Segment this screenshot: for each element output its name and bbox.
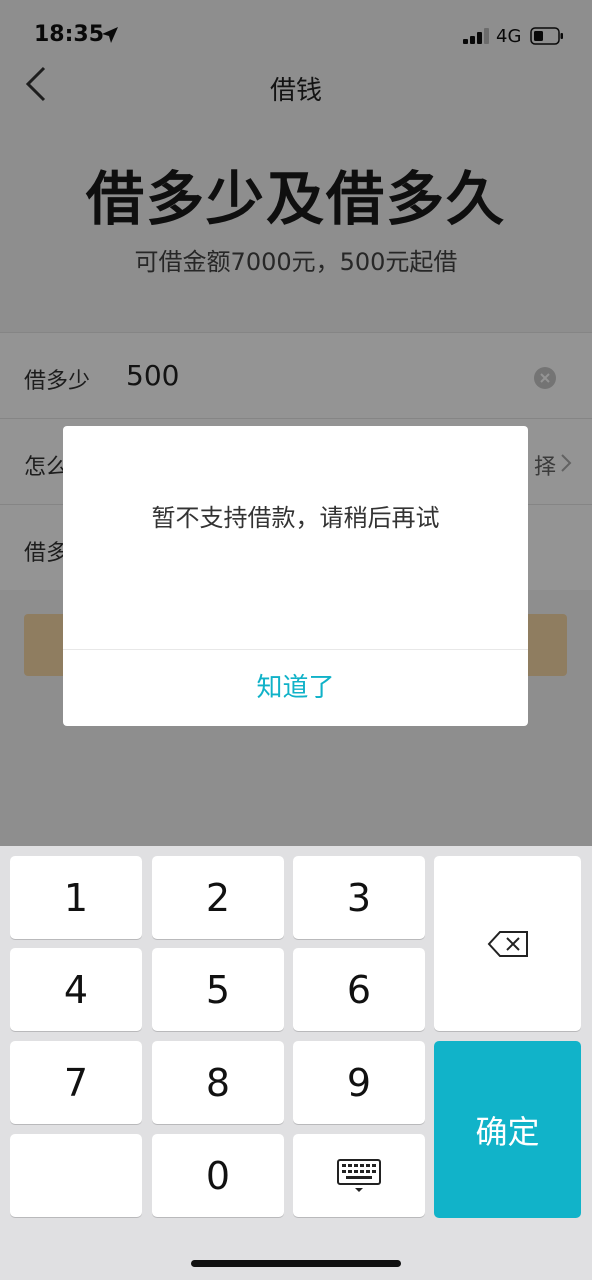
confirm-key[interactable]: 确定 — [434, 1041, 581, 1218]
key-3[interactable]: 3 — [293, 856, 425, 939]
key-9[interactable]: 9 — [293, 1041, 425, 1124]
key-7[interactable]: 7 — [10, 1041, 142, 1124]
key-0[interactable]: 0 — [152, 1134, 284, 1217]
key-6[interactable]: 6 — [293, 948, 425, 1031]
home-indicator[interactable] — [191, 1260, 401, 1267]
keyboard-hide-icon — [337, 1158, 381, 1192]
key-4[interactable]: 4 — [10, 948, 142, 1031]
key-empty — [10, 1134, 142, 1217]
key-5[interactable]: 5 — [152, 948, 284, 1031]
keyboard-hide-button[interactable] — [293, 1134, 425, 1217]
key-8[interactable]: 8 — [152, 1041, 284, 1124]
dialog-ok-button[interactable]: 知道了 — [63, 650, 528, 726]
key-2[interactable]: 2 — [152, 856, 284, 939]
numeric-keypad: 1 2 3 4 5 6 7 8 9 0 确定 — [0, 846, 592, 1280]
delete-key[interactable] — [434, 856, 581, 1031]
dialog-message: 暂不支持借款，请稍后再试 — [151, 504, 440, 532]
delete-key-icon — [487, 930, 528, 957]
alert-dialog: 暂不支持借款，请稍后再试 知道了 — [63, 426, 528, 726]
key-1[interactable]: 1 — [10, 856, 142, 939]
